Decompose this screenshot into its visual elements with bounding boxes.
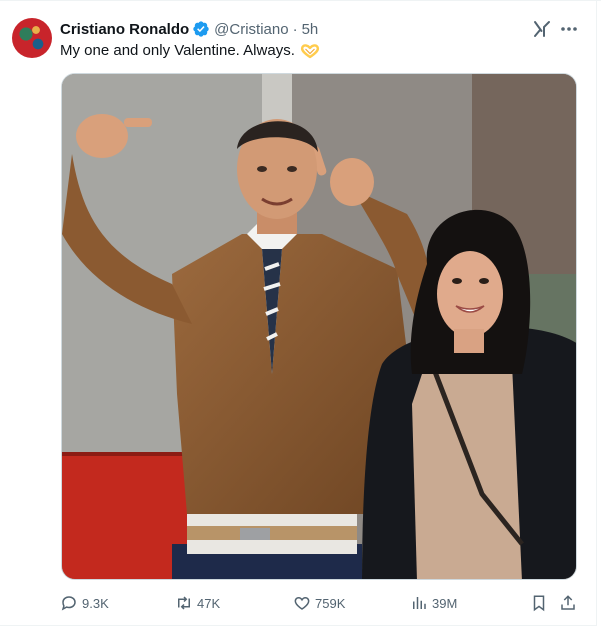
author-name[interactable]: Cristiano Ronaldo	[60, 21, 189, 38]
timestamp[interactable]: 5h	[302, 21, 319, 38]
views-chart-icon	[413, 597, 426, 609]
reply-icon	[61, 596, 76, 611]
view-count: 39M	[432, 595, 458, 611]
photo-illustration	[62, 74, 576, 579]
verified-badge-icon	[192, 20, 210, 38]
views-button[interactable]: 39M	[410, 592, 457, 614]
tweet-header: Cristiano Ronaldo @Cristiano · 5h	[60, 19, 318, 39]
share-button[interactable]	[559, 592, 581, 614]
repost-count: 47K	[197, 595, 221, 611]
like-count: 759K	[315, 595, 346, 611]
separator-dot: ·	[292, 20, 298, 38]
avatar[interactable]	[12, 18, 52, 58]
grok-icon[interactable]	[532, 19, 552, 39]
share-icon	[561, 595, 575, 610]
repost-button[interactable]: 47K	[175, 592, 220, 614]
reply-button[interactable]: 9.3K	[60, 592, 109, 614]
heart-icon	[294, 596, 310, 610]
heart-hands-icon	[300, 43, 320, 59]
repost-icon	[178, 596, 190, 610]
tweet-body: My one and only Valentine. Always.	[60, 41, 320, 61]
like-button[interactable]: 759K	[293, 592, 345, 614]
more-options-icon[interactable]	[558, 19, 580, 39]
reply-count: 9.3K	[82, 595, 109, 611]
author-handle[interactable]: @Cristiano	[214, 21, 288, 38]
tweet-actions: 9.3K 47K 759K 39M	[60, 592, 580, 614]
bookmark-icon	[533, 595, 545, 612]
tweet-photo[interactable]	[61, 73, 577, 580]
bookmark-button[interactable]	[530, 592, 552, 614]
tweet-text: My one and only Valentine. Always.	[60, 42, 295, 59]
